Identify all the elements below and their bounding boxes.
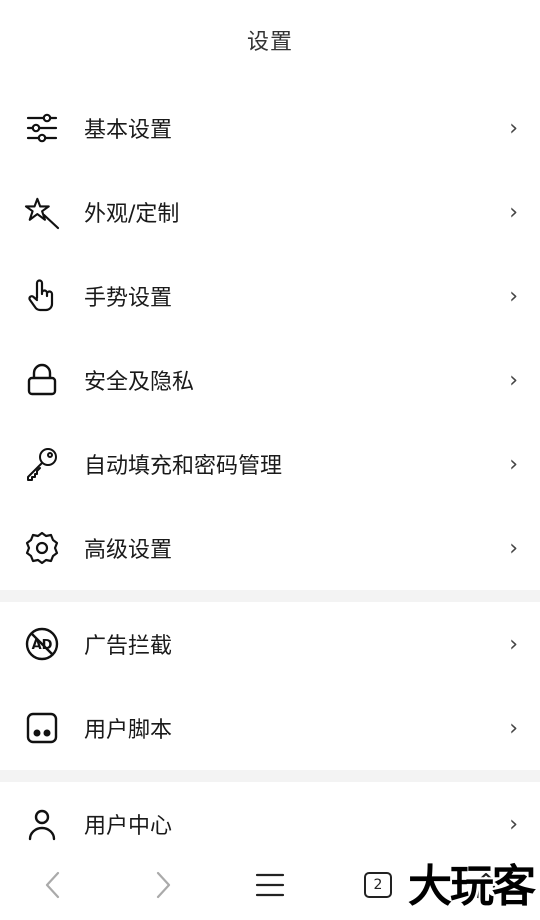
tabs-button[interactable]: 2	[348, 860, 408, 910]
settings-screen: 设置 基本设置 › 外观/定制 › 手势设置 › 安全及隐私 › 自动填充和密码…	[0, 0, 540, 920]
settings-item-label: 自动填充和密码管理	[84, 454, 283, 479]
chevron-right-icon: ›	[509, 283, 518, 309]
chevron-right-icon: ›	[509, 631, 518, 657]
settings-item-appearance[interactable]: 外观/定制 ›	[0, 170, 540, 254]
settings-item-gestures[interactable]: 手势设置 ›	[0, 254, 540, 338]
chevron-right-icon	[156, 871, 171, 899]
chevron-right-icon: ›	[509, 451, 518, 477]
hand-pointer-icon	[22, 276, 62, 316]
section-divider	[0, 770, 540, 782]
section-divider	[0, 590, 540, 602]
chevron-right-icon: ›	[509, 199, 518, 225]
key-icon	[22, 444, 62, 484]
settings-item-label: 基本设置	[84, 118, 173, 143]
forward-button[interactable]	[132, 860, 192, 910]
settings-group-main: 基本设置 › 外观/定制 › 手势设置 › 安全及隐私 › 自动填充和密码管理 …	[0, 86, 540, 590]
chevron-right-icon: ›	[509, 367, 518, 393]
settings-item-label: 广告拦截	[84, 634, 173, 659]
settings-item-advanced[interactable]: 高级设置 ›	[0, 506, 540, 590]
header: 设置	[0, 0, 540, 80]
settings-item-basic[interactable]: 基本设置 ›	[0, 86, 540, 170]
settings-item-label: 高级设置	[84, 538, 173, 563]
chevron-right-icon: ›	[509, 811, 518, 837]
settings-item-label: 用户中心	[84, 814, 173, 839]
gear-icon	[22, 528, 62, 568]
ad-block-icon: AD	[22, 624, 62, 664]
lock-icon	[22, 360, 62, 400]
chevron-left-icon	[45, 871, 60, 899]
settings-item-security[interactable]: 安全及隐私 ›	[0, 338, 540, 422]
settings-item-label: 安全及隐私	[84, 370, 195, 395]
svg-text:AD: AD	[32, 638, 53, 653]
user-icon	[22, 804, 62, 844]
hamburger-menu-icon	[255, 873, 285, 897]
chevron-right-icon: ›	[509, 115, 518, 141]
sliders-icon	[22, 108, 62, 148]
script-icon	[22, 708, 62, 748]
magic-wand-icon	[22, 192, 62, 232]
chevron-right-icon: ›	[509, 715, 518, 741]
settings-group-extensions: AD 广告拦截 › 用户脚本 ›	[0, 602, 540, 770]
settings-item-autofill[interactable]: 自动填充和密码管理 ›	[0, 422, 540, 506]
chevron-right-icon: ›	[509, 535, 518, 561]
menu-button[interactable]	[240, 860, 300, 910]
page-title: 设置	[246, 30, 293, 55]
settings-item-label: 用户脚本	[84, 718, 173, 743]
settings-item-userscripts[interactable]: 用户脚本 ›	[0, 686, 540, 770]
settings-item-label: 外观/定制	[84, 202, 180, 227]
watermark-logo: 大玩客	[408, 861, 536, 912]
settings-item-adblock[interactable]: AD 广告拦截 ›	[0, 602, 540, 686]
tab-count-badge: 2	[364, 872, 392, 898]
back-button[interactable]	[24, 860, 84, 910]
settings-item-label: 手势设置	[84, 286, 173, 311]
